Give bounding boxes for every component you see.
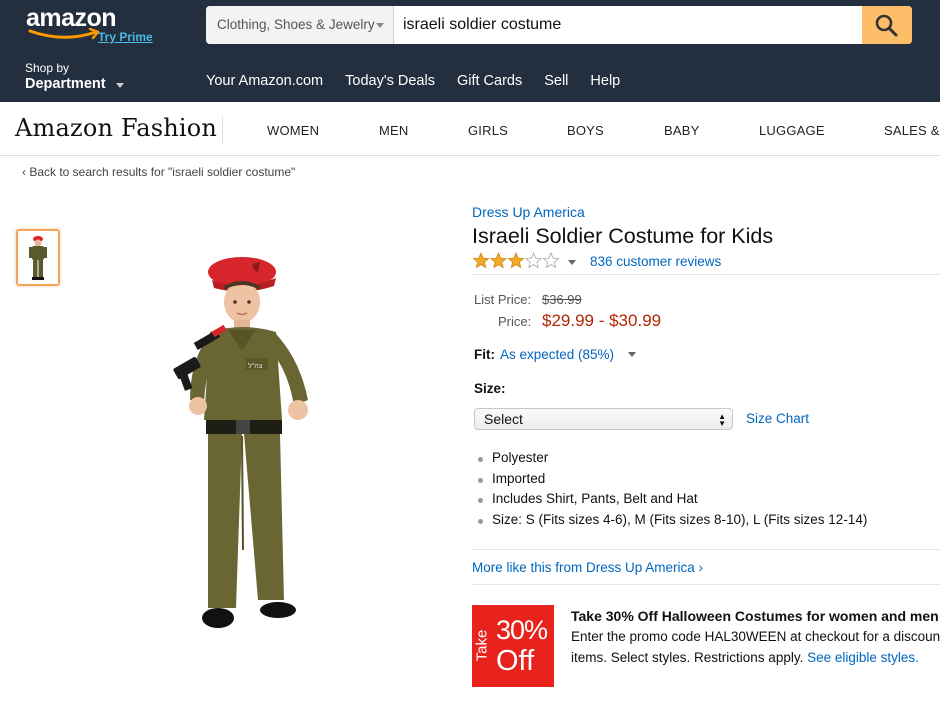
promo-description-text: items. Select styles. Restrictions apply… [571,650,804,665]
nav-link-gift-cards[interactable]: Gift Cards [457,73,522,89]
category-baby[interactable]: BABY [664,123,699,138]
list-price-label: List Price: [474,292,532,307]
search-input[interactable] [394,6,862,44]
back-to-results-link[interactable]: ‹ Back to search results for "israeli so… [22,165,295,179]
more-like-this-link[interactable]: More like this from Dress Up America › [472,560,703,575]
amazon-fashion-logo[interactable]: Amazon Fashion [15,114,217,142]
category-sales[interactable]: SALES & [884,123,940,138]
product-thumbnail[interactable] [16,229,60,286]
category-men[interactable]: MEN [379,123,409,138]
soldier-costume-thumbnail-image [29,236,47,280]
search-bar: Clothing, Shoes & Jewelry [206,6,912,44]
list-item: Imported [476,471,867,492]
price-label: Price: [498,314,532,329]
category-girls[interactable]: GIRLS [468,123,508,138]
list-item: Includes Shirt, Pants, Belt and Hat [476,491,867,512]
promo-title: Take 30% Off Halloween Costumes for wome… [571,608,939,624]
list-price-value: $36.99 [542,292,582,307]
search-category-label: Clothing, Shoes & Jewelry [217,17,375,32]
promo-badge-off: Off [496,645,535,677]
nav-link-todays-deals[interactable]: Today's Deals [345,73,435,89]
list-item: Size: S (Fits sizes 4-6), M (Fits sizes … [476,512,867,533]
see-eligible-styles-link[interactable]: See eligible styles. [807,650,919,665]
nav-link-help[interactable]: Help [590,73,620,89]
top-navigation-bar: amazon Try Prime Clothing, Shoes & Jewel… [0,0,940,102]
brand-link[interactable]: Dress Up America [472,204,585,220]
divider [472,584,940,585]
list-item: Polyester [476,450,867,471]
size-select-value: Select [484,411,523,427]
star-empty-icon [524,252,543,269]
fit-label: Fit: [474,347,495,362]
search-icon [875,14,898,37]
promo-description-line1: Enter the promo code HAL30WEEN at checko… [571,629,940,644]
department-label: Department [25,76,106,92]
promo-badge-percent: 30% [496,615,548,645]
divider [472,549,940,550]
star-rating[interactable] [472,252,562,270]
soldier-costume-product-image[interactable]: צה"ל [160,250,330,640]
amazon-logo[interactable]: amazon Try Prime [26,4,166,44]
category-luggage[interactable]: LUGGAGE [759,123,825,138]
price-value: $29.99 - $30.99 [542,311,662,330]
shop-by-department-menu[interactable]: Shop by Department [25,61,124,92]
star-empty-icon [542,252,560,269]
shop-by-label: Shop by [25,61,70,75]
size-select-dropdown[interactable]: Select ▲ ▼ [474,408,733,430]
divider [222,116,223,144]
nav-link-sell[interactable]: Sell [544,73,568,89]
hat-label-text: צה"ל [248,362,263,370]
nav-link-your-amazon[interactable]: Your Amazon.com [206,73,323,89]
size-label: Size: [474,381,506,396]
chevron-down-icon [376,23,384,28]
chevron-down-icon[interactable] [628,352,636,357]
customer-reviews-link[interactable]: 836 customer reviews [590,254,721,269]
category-boys[interactable]: BOYS [567,123,604,138]
chevron-down-icon [116,83,124,88]
try-prime-link[interactable]: Try Prime [98,30,153,44]
feature-bullets: Polyester Imported Includes Shirt, Pants… [476,450,867,533]
promo-badge[interactable]: Take 30% Off [472,605,554,687]
category-women[interactable]: WOMEN [267,123,319,138]
size-chart-link[interactable]: Size Chart [746,411,809,426]
search-category-dropdown[interactable]: Clothing, Shoes & Jewelry [206,6,394,44]
chevron-down-icon[interactable] [568,260,576,265]
header-nav-links: Your Amazon.com Today's Deals Gift Cards… [206,73,642,89]
star-filled-icon [507,252,525,269]
promo-badge-take: Take [473,629,491,662]
amazon-smile-icon [28,28,100,40]
select-arrows-icon: ▲ ▼ [718,412,726,428]
fashion-category-bar: Amazon Fashion WOMEN MEN GIRLS BOYS BABY… [0,102,940,156]
divider [472,274,940,275]
search-button[interactable] [862,6,912,44]
star-filled-icon [472,252,490,269]
star-filled-icon [489,252,508,269]
promo-description-line2: items. Select styles. Restrictions apply… [571,650,919,665]
fit-value-link[interactable]: As expected (85%) [500,347,614,362]
product-title: Israeli Soldier Costume for Kids [472,224,774,248]
